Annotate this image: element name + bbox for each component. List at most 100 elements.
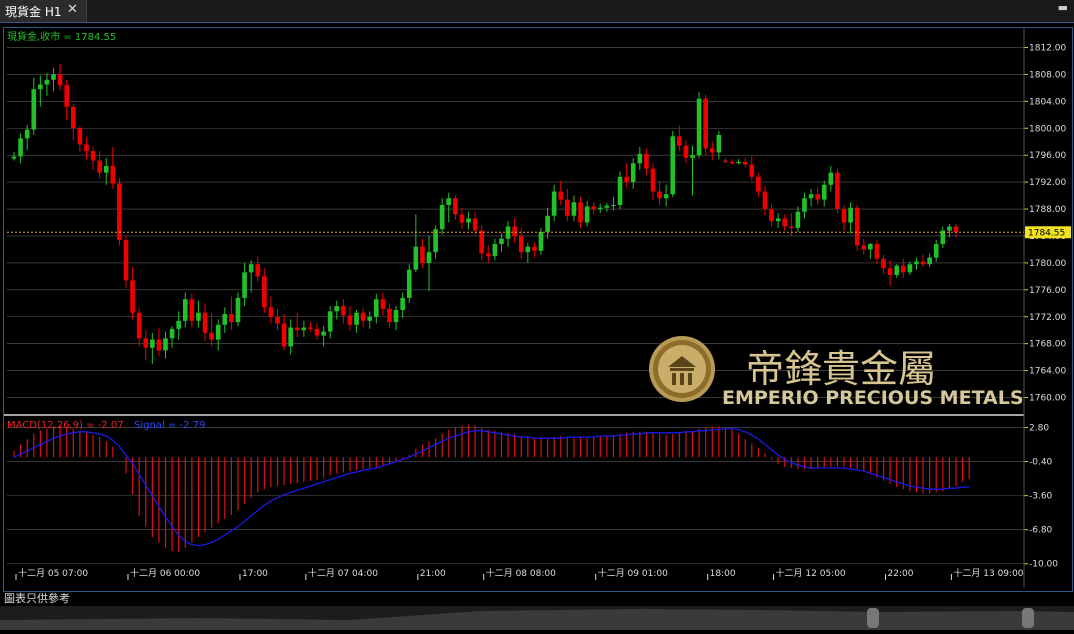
- scroll-handle-left[interactable]: [867, 608, 879, 628]
- candle-body: [578, 202, 583, 223]
- candle: [57, 63, 63, 91]
- price-tick-label: 1772.00: [1029, 313, 1066, 323]
- candle: [532, 242, 537, 258]
- candle-body: [130, 280, 135, 313]
- candle: [18, 133, 23, 164]
- candle: [611, 196, 616, 211]
- candle-body: [762, 191, 768, 210]
- candle-body: [189, 299, 195, 321]
- candle-body: [334, 305, 340, 312]
- candle-body: [558, 191, 564, 200]
- candle: [551, 184, 557, 222]
- candle-body: [248, 264, 254, 273]
- candle-body: [782, 218, 788, 227]
- candle-body: [24, 129, 30, 139]
- time-tick-label: 18:00: [710, 569, 736, 579]
- candle: [683, 140, 689, 164]
- candle-body: [90, 151, 96, 161]
- candle: [940, 226, 946, 249]
- candle: [446, 192, 452, 223]
- candle: [420, 238, 425, 269]
- candle-body: [709, 148, 715, 153]
- macd-tick-label: -0.40: [1029, 458, 1053, 468]
- chart-area[interactable]: 帝鋒貴金屬 EMPERIO PRECIOUS METALS 1760.00 176…: [3, 27, 1073, 592]
- candle-body: [229, 314, 234, 323]
- candle-body: [222, 314, 228, 325]
- candle-body: [795, 211, 801, 228]
- candle-body: [123, 240, 129, 281]
- candle-body: [472, 218, 478, 231]
- candle: [182, 292, 188, 328]
- candle: [150, 332, 155, 364]
- candle: [38, 75, 43, 107]
- candle-body: [683, 145, 689, 158]
- price-tick-label: 1796.00: [1029, 151, 1066, 161]
- disclaimer-text: 圖表只供參考: [4, 592, 70, 605]
- candle-body: [11, 156, 17, 159]
- candle: [255, 256, 261, 282]
- candle: [110, 147, 116, 189]
- chart-scrollbar[interactable]: [0, 606, 1074, 630]
- price-tick-label: 1780.00: [1029, 259, 1066, 269]
- macd-grid: [7, 427, 1024, 565]
- candle: [604, 202, 610, 212]
- macd-tick-label: -3.60: [1029, 492, 1053, 502]
- candle-body: [677, 136, 682, 146]
- candle-body: [624, 176, 629, 183]
- candle: [472, 211, 478, 235]
- candle: [229, 296, 234, 331]
- price-tick-label: 1812.00: [1029, 43, 1066, 53]
- candle: [163, 331, 168, 359]
- time-tick-label: 21:00: [420, 569, 446, 579]
- candle-body: [406, 269, 412, 298]
- candle-body: [420, 246, 425, 263]
- candle: [31, 77, 37, 135]
- price-tick-label: 1768.00: [1029, 340, 1066, 350]
- candle-body: [367, 316, 373, 321]
- candle-body: [551, 191, 557, 216]
- candle: [44, 73, 50, 96]
- candle: [301, 320, 307, 337]
- candle: [308, 322, 313, 332]
- candle: [900, 258, 906, 278]
- candle: [848, 202, 853, 234]
- candle: [874, 240, 880, 265]
- candle-body: [789, 226, 794, 228]
- candle: [64, 79, 70, 121]
- candle-body: [453, 198, 458, 215]
- candle-body: [38, 84, 43, 90]
- scroll-handle-right[interactable]: [1022, 608, 1034, 628]
- candle-body: [308, 327, 313, 329]
- candle-body: [117, 183, 122, 241]
- candle: [756, 172, 761, 197]
- chart-tab[interactable]: 現貨金 H1 ✕: [0, 0, 87, 22]
- candle: [802, 192, 807, 219]
- close-icon[interactable]: ✕: [67, 2, 78, 17]
- candle-body: [907, 264, 913, 273]
- candle: [459, 207, 465, 230]
- candle-body: [426, 252, 432, 263]
- candle-body: [202, 312, 208, 333]
- candle-body: [584, 206, 590, 223]
- candle: [242, 262, 247, 306]
- tab-title: 現貨金 H1: [5, 5, 62, 19]
- logo-english-name: EMPERIO PRECIOUS METALS: [722, 387, 1024, 409]
- candle: [479, 225, 485, 261]
- candle-body: [597, 207, 603, 210]
- candle-body: [868, 244, 873, 250]
- candle: [723, 157, 728, 164]
- candle: [321, 326, 326, 347]
- candle: [571, 195, 577, 222]
- window-menu-icon[interactable]: ▬: [1058, 1, 1068, 14]
- candle-body: [821, 184, 827, 200]
- candle: [617, 171, 623, 210]
- candle: [907, 261, 913, 276]
- macd-legend: MACD(12,26,9) = -2.07: [7, 420, 124, 431]
- scrollbar-overview: [0, 608, 1074, 630]
- candle-body: [894, 265, 900, 276]
- candle: [24, 124, 30, 150]
- price-tick-label: 1804.00: [1029, 97, 1066, 107]
- candle-body: [723, 160, 728, 162]
- candle: [828, 165, 834, 192]
- candle-body: [499, 238, 504, 245]
